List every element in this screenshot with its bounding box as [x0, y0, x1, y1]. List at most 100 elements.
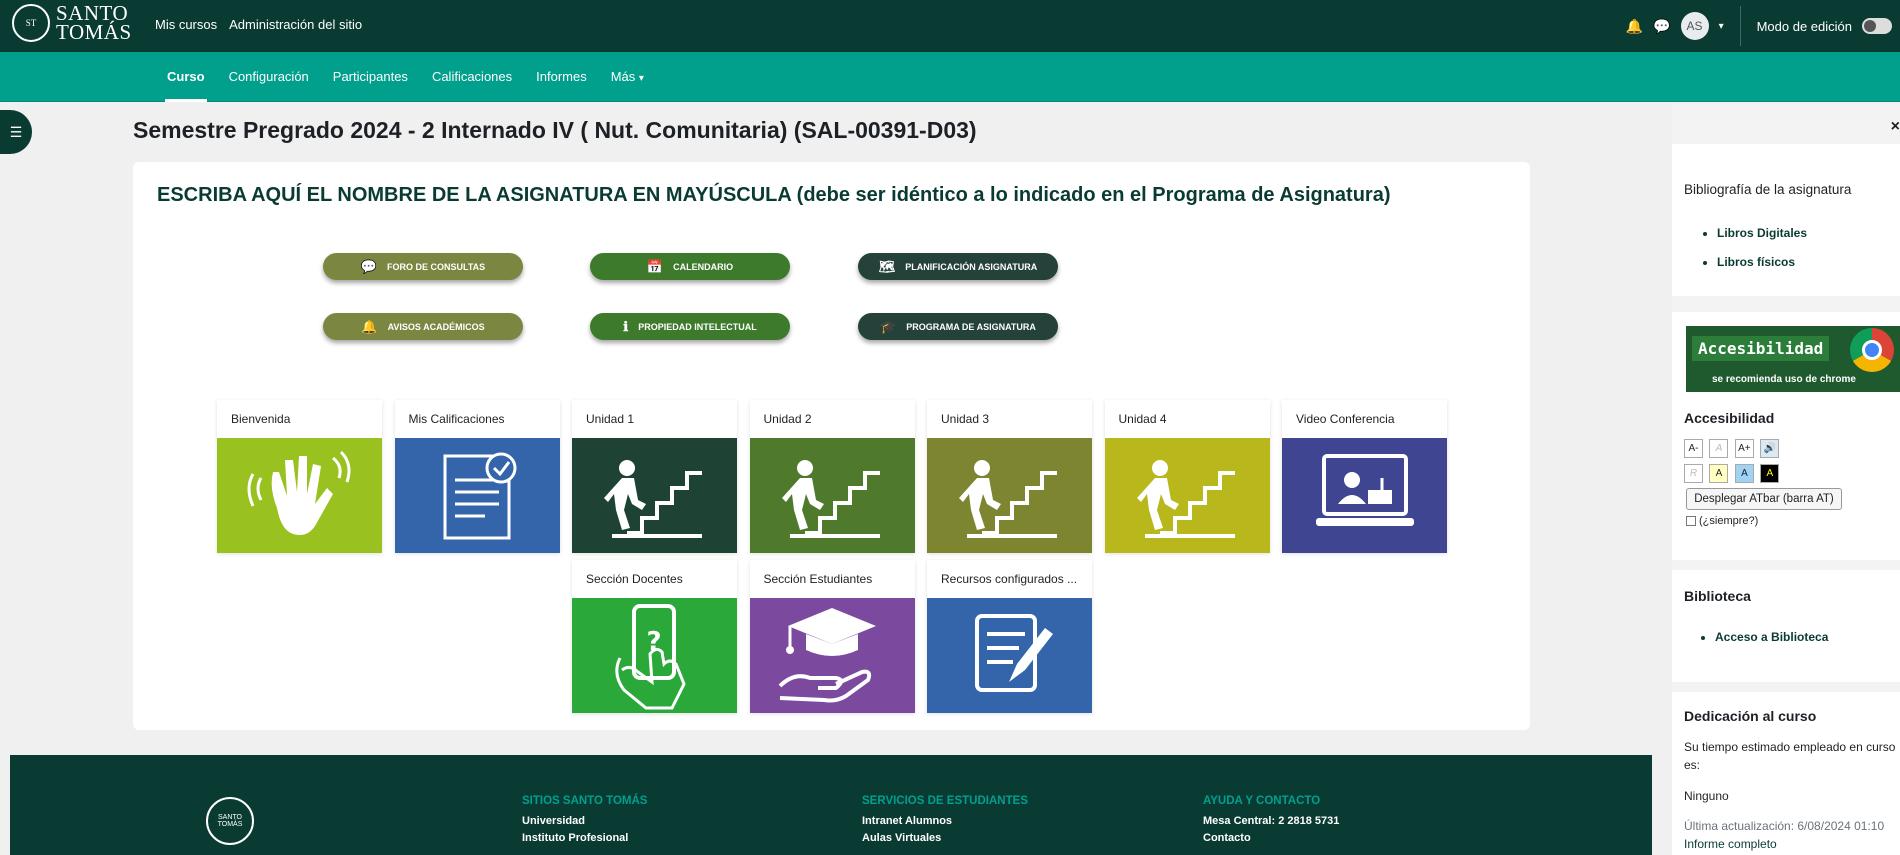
logo-text-line2: TOMÁS [56, 20, 132, 44]
black-scheme-button[interactable]: A [1760, 464, 1780, 483]
chevron-down-icon[interactable]: ▾ [1719, 21, 1724, 32]
close-icon[interactable]: × [1891, 118, 1900, 136]
dedicacion-value: Ninguno [1684, 789, 1729, 803]
reset-font-button[interactable]: A [1709, 439, 1729, 458]
block-title: Bibliografía de la asignatura [1684, 182, 1852, 197]
shortcut-button[interactable]: ℹ PROPIEDAD INTELECTUAL [590, 313, 790, 340]
color-scheme-controls: R A A A [1684, 463, 1781, 483]
edit-mode-label: Modo de edición [1756, 18, 1852, 34]
avatar[interactable]: AS [1680, 12, 1709, 40]
shortcut-label: PROGRAMA DE ASIGNATURA [906, 321, 1036, 332]
last-update-text: Última actualización: 6/08/2024 01:10 [1684, 819, 1885, 833]
page-title: Semestre Pregrado 2024 - 2 Internado IV … [133, 117, 977, 143]
banner-subtitle: se recomienda uso de chrome [1712, 374, 1856, 385]
nav-link-mis-cursos[interactable]: Mis cursos [155, 17, 217, 32]
footer-link[interactable]: Mesa Central: 2 2818 5731 [1203, 815, 1339, 827]
waving-hand-icon [217, 438, 382, 553]
right-drawer: × Bibliografía de la asignatura Libros D… [1672, 104, 1900, 855]
shortcut-button[interactable]: 📅 CALENDARIO [590, 253, 790, 280]
course-section-tile[interactable]: Mis Calificaciones [394, 400, 560, 553]
accesibilidad-banner[interactable]: Accesibilidad se recomienda uso de chrom… [1686, 326, 1900, 392]
person-climbing-stairs-icon [572, 438, 737, 553]
course-section-tile[interactable]: Sección Docentes ? [572, 560, 737, 713]
shortcut-label: AVISOS ACADÉMICOS [387, 321, 485, 332]
tile-label: Unidad 4 [1118, 412, 1167, 426]
graduation-hand-icon [749, 598, 915, 713]
always-checkbox[interactable] [1686, 516, 1696, 526]
footer-column: AYUDA Y CONTACTO Mesa Central: 2 2818 57… [1203, 795, 1339, 849]
block-accesibilidad: Accesibilidad se recomienda uso de chrom… [1672, 312, 1900, 560]
document-check-icon [394, 438, 560, 553]
footer-link[interactable]: Instituto Profesional [522, 832, 647, 844]
course-secondary-nav: Curso Configuración Participantes Califi… [0, 52, 1900, 102]
edit-document-icon [927, 598, 1092, 713]
blue-scheme-button[interactable]: A [1734, 464, 1754, 483]
seal-icon: ST [12, 4, 50, 42]
decrease-font-button[interactable]: A- [1684, 439, 1703, 458]
messages-icon[interactable]: 💬 [1653, 18, 1670, 35]
course-section-tile[interactable]: Sección Estudiantes [749, 560, 915, 713]
block-dedicacion: Dedicación al curso Su tiempo estimado e… [1672, 692, 1900, 855]
chevron-down-icon: ▾ [638, 73, 644, 84]
shortcut-button[interactable]: 🗺 PLANIFICACIÓN ASIGNATURA [858, 253, 1058, 280]
list-icon: ☰ [9, 123, 23, 140]
block-title: Dedicación al curso [1684, 708, 1817, 724]
tab-participantes[interactable]: Participantes [321, 52, 420, 102]
shortcut-button[interactable]: 🎓 PROGRAMA DE ASIGNATURA [858, 313, 1058, 340]
tile-label: Bienvenida [231, 412, 291, 426]
always-label: (¿siempre?) [1699, 515, 1759, 527]
block-biblioteca: Biblioteca Acceso a Biblioteca [1672, 570, 1900, 682]
course-section-tile[interactable]: Unidad 1 [572, 400, 737, 553]
course-index-toggle[interactable]: ☰ [0, 110, 32, 154]
link-libros-digitales[interactable]: Libros Digitales [1717, 226, 1807, 240]
chat-icon: 💬 [360, 258, 377, 274]
tab-mas[interactable]: Más ▾ [599, 52, 656, 102]
tile-label: Unidad 1 [586, 412, 635, 426]
course-heading: ESCRIBA AQUÍ EL NOMBRE DE LA ASIGNATURA … [157, 184, 1391, 206]
phone-help-icon: ? [572, 598, 737, 713]
course-section-tile[interactable]: Unidad 2 [749, 400, 915, 553]
footer-link[interactable]: Intranet Alumnos [862, 815, 1028, 827]
increase-font-button[interactable]: A+ [1734, 439, 1754, 458]
footer-link[interactable]: Aulas Virtuales [862, 832, 1028, 844]
link-acceso-biblioteca[interactable]: Acceso a Biblioteca [1715, 630, 1828, 644]
tab-calificaciones[interactable]: Calificaciones [420, 52, 524, 102]
course-section-tile[interactable]: Unidad 4 [1104, 400, 1270, 553]
primary-nav: Mis cursos Administración del sitio [155, 17, 362, 32]
tab-informes[interactable]: Informes [524, 52, 599, 102]
speech-icon[interactable]: 🔊 [1760, 439, 1780, 458]
footer-link[interactable]: Universidad [522, 815, 647, 827]
tab-curso[interactable]: Curso [155, 52, 217, 102]
link-libros-fisicos[interactable]: Libros físicos [1717, 255, 1795, 269]
footer-heading: AYUDA Y CONTACTO [1203, 795, 1321, 807]
yellow-scheme-button[interactable]: A [1709, 464, 1729, 483]
course-section-tile[interactable]: Bienvenida [217, 400, 382, 553]
banner-title: Accesibilidad [1692, 336, 1830, 361]
edit-mode-toggle[interactable] [1862, 18, 1892, 34]
shortcut-label: CALENDARIO [673, 261, 734, 272]
video-conference-icon [1282, 438, 1447, 553]
footer-link[interactable]: Contacto [1203, 832, 1339, 844]
svg-text:?: ? [646, 627, 661, 657]
santo-tomas-logo[interactable]: ST SANTO TOMÁS [12, 3, 132, 44]
graduation-cap-icon: 🎓 [880, 318, 897, 334]
chrome-icon [1850, 328, 1894, 372]
shortcut-button[interactable]: 💬 FORO DE CONSULTAS [323, 253, 523, 280]
person-climbing-stairs-icon [749, 438, 915, 553]
bell-icon[interactable]: 🔔 [1626, 18, 1643, 35]
tab-configuracion[interactable]: Configuración [217, 52, 321, 102]
shortcut-button[interactable]: 🔔 AVISOS ACADÉMICOS [323, 313, 523, 340]
site-footer: SANTO TOMÁS SITIOS SANTO TOMÁS Universid… [10, 755, 1652, 855]
atbar-button[interactable]: Desplegar ATbar (barra AT) [1686, 488, 1842, 510]
course-section-tile[interactable]: Video Conferencia [1282, 400, 1447, 553]
tile-label: Video Conferencia [1296, 412, 1395, 426]
tile-label: Sección Docentes [586, 572, 683, 586]
user-controls: 🔔 💬 AS ▾ Modo de edición [1626, 0, 1900, 52]
course-section-tile[interactable]: Unidad 3 [927, 400, 1092, 553]
course-section-tile[interactable]: Recursos configurados ... [927, 560, 1092, 713]
reset-colors-button[interactable]: R [1684, 464, 1703, 483]
font-size-controls: A- A A+ 🔊 [1684, 438, 1781, 458]
nav-link-administracion[interactable]: Administración del sitio [229, 17, 362, 32]
full-report-link[interactable]: Informe completo [1684, 837, 1777, 851]
bell-icon: 🔔 [361, 318, 378, 334]
